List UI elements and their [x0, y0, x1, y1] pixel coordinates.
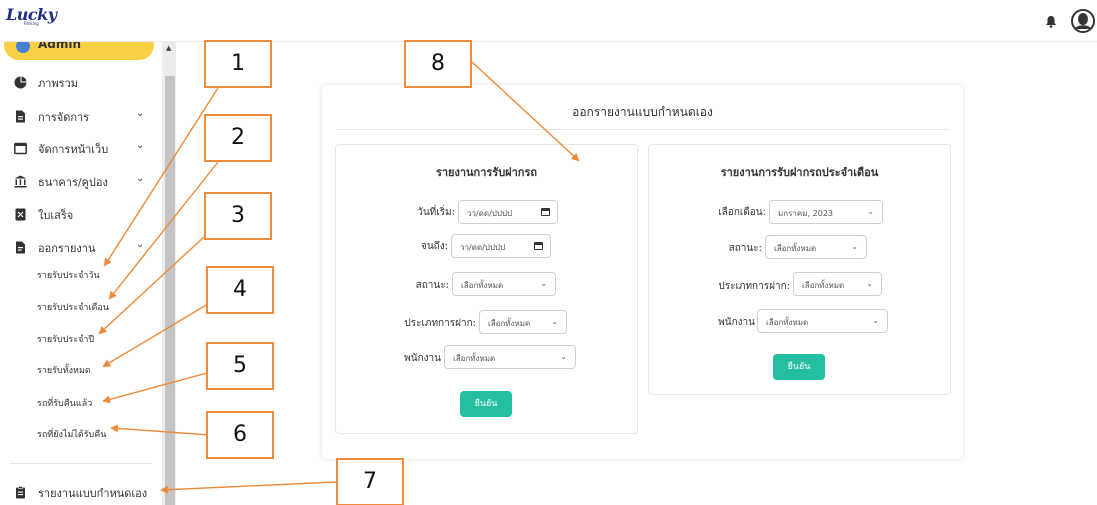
chevron-down-icon[interactable]: ⌄	[136, 108, 144, 119]
scrollbar-thumb[interactable]	[165, 76, 175, 505]
month-value: มกราคม, 2023	[778, 209, 833, 218]
end-date-input[interactable]: วว/ดด/ปปปป	[451, 234, 551, 258]
sidebar-divider	[10, 463, 152, 464]
calendar-icon[interactable]	[541, 208, 550, 216]
month-label: เลือกเดือน:	[718, 207, 766, 218]
title-divider	[336, 129, 949, 130]
bank-icon	[14, 173, 27, 188]
annotation-label-6: 6	[206, 411, 274, 459]
deposit-report-panel: รายงานการรับฝากรถ วันที่เริ่ม: วว/ดด/ปปป…	[335, 144, 638, 434]
chevron-down-icon[interactable]: ⌄	[136, 239, 144, 250]
calendar-icon[interactable]	[534, 242, 543, 250]
chevron-down-icon[interactable]: ⌄	[136, 140, 144, 151]
sidebar-subitem-unreturned-cars[interactable]: รถที่ยังไม่ได้รับคืน	[37, 427, 106, 441]
scroll-up-icon[interactable]: ▲	[166, 44, 171, 52]
annotation-label-5: 5	[206, 342, 274, 390]
deposit-type-value: เลือกทั้งหมด	[802, 281, 845, 290]
status-label: สถานะ:	[415, 280, 449, 291]
staff-value: เลือกทั้งหมด	[766, 318, 809, 327]
staff-select[interactable]: เลือกทั้งหมด ⌄	[444, 345, 576, 369]
sidebar-subitem-total-income[interactable]: รายรับทั้งหมด	[37, 363, 91, 377]
annotation-arrow-7	[160, 481, 337, 494]
sidebar-subitem-yearly-income[interactable]: รายรับประจำปี	[37, 332, 94, 346]
chevron-down-icon: ⌄	[851, 242, 858, 251]
sidebar-item-reports[interactable]: ออกรายงาน ⌄	[0, 234, 162, 258]
deposit-type-label: ประเภทการฝาก:	[404, 318, 476, 329]
panel-title: รายงานการรับฝากรถ	[435, 166, 538, 179]
top-bar: Lucky Parking	[0, 0, 1097, 42]
sidebar-item-custom-report[interactable]: รายงานแบบกำหนดเอง	[0, 479, 162, 503]
chevron-down-icon[interactable]: ⌄	[136, 173, 144, 184]
sidebar-item-overview[interactable]: ภาพรวม	[0, 69, 162, 93]
sidebar-item-label: ออกรายงาน	[38, 242, 96, 255]
staff-value: เลือกทั้งหมด	[453, 354, 496, 363]
window-icon	[14, 140, 27, 155]
sidebar: Admin ภาพรวม การจัดการ ⌄ จัดการหน้าเว็บ …	[0, 42, 163, 505]
annotation-label-8: 8	[404, 40, 472, 88]
deposit-type-value: เลือกทั้งหมด	[488, 319, 531, 328]
app-logo[interactable]: Lucky Parking	[6, 5, 58, 35]
file-icon	[14, 108, 27, 123]
month-select[interactable]: มกราคม, 2023 ⌄	[769, 200, 883, 224]
chevron-down-icon: ⌄	[866, 279, 873, 288]
sidebar-item-label: ใบเสร็จ	[38, 209, 74, 222]
chevron-down-icon: ⌄	[551, 317, 558, 326]
annotation-label-4: 4	[206, 266, 274, 314]
chevron-down-icon: ⌄	[560, 352, 567, 361]
admin-icon	[16, 42, 30, 53]
annotation-label-2: 2	[204, 114, 272, 162]
receipt-icon	[14, 206, 27, 221]
chevron-down-icon: ⌄	[867, 207, 874, 216]
annotation-label-3: 3	[204, 192, 272, 240]
admin-pill[interactable]: Admin	[4, 42, 154, 60]
sidebar-item-label: รายงานแบบกำหนดเอง	[38, 487, 148, 500]
sidebar-item-label: การจัดการ	[38, 111, 90, 124]
status-select[interactable]: เลือกทั้งหมด ⌄	[765, 235, 867, 259]
sidebar-subitem-monthly-income[interactable]: รายรับประจำเดือน	[37, 300, 109, 314]
status-select[interactable]: เลือกทั้งหมด ⌄	[452, 272, 556, 296]
staff-label: พนักงาน	[404, 353, 441, 364]
pie-chart-icon	[14, 74, 27, 89]
deposit-type-select[interactable]: เลือกทั้งหมด ⌄	[793, 272, 882, 296]
sidebar-item-receipt[interactable]: ใบเสร็จ	[0, 201, 162, 225]
report-icon	[14, 239, 27, 254]
status-value: เลือกทั้งหมด	[461, 281, 504, 290]
sidebar-item-management[interactable]: การจัดการ ⌄	[0, 103, 162, 127]
monthly-report-panel: รายงานการรับฝากรถประจำเดือน เลือกเดือน: …	[648, 144, 951, 395]
sidebar-item-label: ภาพรวม	[38, 77, 79, 90]
custom-report-card: ออกรายงานแบบกำหนดเอง รายงานการรับฝากรถ ว…	[322, 85, 963, 459]
sidebar-subitem-returned-cars[interactable]: รถที่รับคืนแล้ว	[37, 396, 92, 410]
user-avatar-icon[interactable]	[1071, 9, 1095, 33]
deposit-type-select[interactable]: เลือกทั้งหมด ⌄	[479, 310, 567, 334]
sidebar-item-bank-coupon[interactable]: ธนาคาร/คูปอง ⌄	[0, 168, 162, 192]
end-date-label: จนถึง:	[420, 241, 448, 252]
bell-icon[interactable]	[1045, 15, 1057, 28]
clipboard-icon	[14, 484, 27, 499]
annotation-label-1: 1	[204, 40, 272, 88]
start-date-value: วว/ดด/ปปปป	[467, 209, 513, 218]
start-date-label: วันที่เริ่ม:	[417, 207, 455, 218]
status-label: สถานะ:	[728, 243, 762, 254]
sidebar-subitem-daily-income[interactable]: รายรับประจำวัน	[37, 268, 100, 282]
annotation-label-7: 7	[336, 458, 404, 505]
panel-title: รายงานการรับฝากรถประจำเดือน	[720, 166, 879, 179]
sidebar-item-web-management[interactable]: จัดการหน้าเว็บ ⌄	[0, 135, 162, 159]
staff-label: พนักงาน	[718, 317, 755, 328]
confirm-button[interactable]: ยืนยัน	[773, 354, 825, 380]
sidebar-item-label: จัดการหน้าเว็บ	[38, 143, 109, 156]
confirm-button[interactable]: ยืนยัน	[460, 391, 512, 417]
status-value: เลือกทั้งหมด	[774, 244, 817, 253]
staff-select[interactable]: เลือกทั้งหมด ⌄	[757, 309, 888, 333]
end-date-value: วว/ดด/ปปปป	[460, 243, 506, 252]
sidebar-item-label: ธนาคาร/คูปอง	[38, 176, 108, 189]
admin-label: Admin	[38, 42, 82, 51]
chevron-down-icon: ⌄	[872, 316, 879, 325]
deposit-type-label: ประเภทการฝาก:	[718, 281, 790, 292]
page-title: ออกรายงานแบบกำหนดเอง	[572, 105, 713, 119]
chevron-down-icon: ⌄	[540, 279, 547, 288]
start-date-input[interactable]: วว/ดด/ปปปป	[458, 200, 558, 224]
